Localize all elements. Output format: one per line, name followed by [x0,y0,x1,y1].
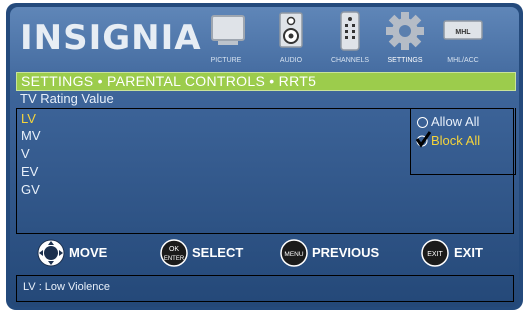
gear-icon [386,12,424,50]
menu-label-settings: SETTINGS [387,57,423,64]
remote-icon [340,11,360,51]
dpad-icon[interactable] [37,239,65,267]
mhl-badge-text: MHL [455,29,471,36]
rating-list-area: TV Rating Value LV MV V EV GV Allow All … [16,90,516,234]
list-item-mv[interactable]: MV [21,128,41,144]
exit-label: EXIT [454,245,483,260]
breadcrumb: SETTINGS • PARENTAL CONTROLS • RRT5 [21,73,317,89]
menu-label-audio: AUDIO [279,57,303,64]
list-item-lv[interactable]: LV [21,111,36,127]
menu-button-icon[interactable]: MENU [280,239,308,267]
previous-label: PREVIOUS [312,245,380,260]
menu-text: MENU [284,251,303,258]
block-all-option[interactable]: Block All [431,133,480,149]
list-item-v[interactable]: V [21,146,30,162]
enter-text: ENTER [164,256,185,262]
ok-enter-button-icon[interactable]: OK ENTER [160,239,188,267]
brand-logo: INSIGNIA [20,18,202,58]
control-hints: MOVE OK ENTER SELECT MENU PREVIOUS EXIT … [10,238,519,268]
exit-text: EXIT [427,251,443,258]
menu-label-channels: CHANNELS [330,57,370,64]
allow-block-options: Allow All Block All [410,108,516,175]
breadcrumb-bar: SETTINGS • PARENTAL CONTROLS • RRT5 [16,72,516,91]
list-header: TV Rating Value [20,91,114,106]
list-item-gv[interactable]: GV [21,182,40,198]
speaker-icon [279,12,303,48]
menu-label-picture: PICTURE [210,57,242,64]
ok-text: OK [169,246,179,253]
help-text: LV : Low Violence [23,281,111,293]
tv-stand [218,41,238,45]
select-label: SELECT [192,245,244,260]
exit-button-icon[interactable]: EXIT [421,239,449,267]
list-header-row: TV Rating Value [16,90,514,108]
checkmark-icon [415,131,431,148]
settings-panel: INSIGNIA PICTURE AUDIO CHANNELS SETTINGS… [10,7,519,307]
mhl-icon: MHL [443,20,483,40]
help-box: LV : Low Violence [16,275,514,302]
allow-all-option[interactable]: Allow All [431,114,479,130]
menu-label-mhl-acc: MHL/ACC [447,57,479,64]
move-label: MOVE [69,245,108,260]
tv-osd-screen: INSIGNIA PICTURE AUDIO CHANNELS SETTINGS… [0,0,529,315]
tv-icon [211,15,245,41]
list-item-ev[interactable]: EV [21,164,38,180]
radio-unselected-icon [417,117,428,128]
